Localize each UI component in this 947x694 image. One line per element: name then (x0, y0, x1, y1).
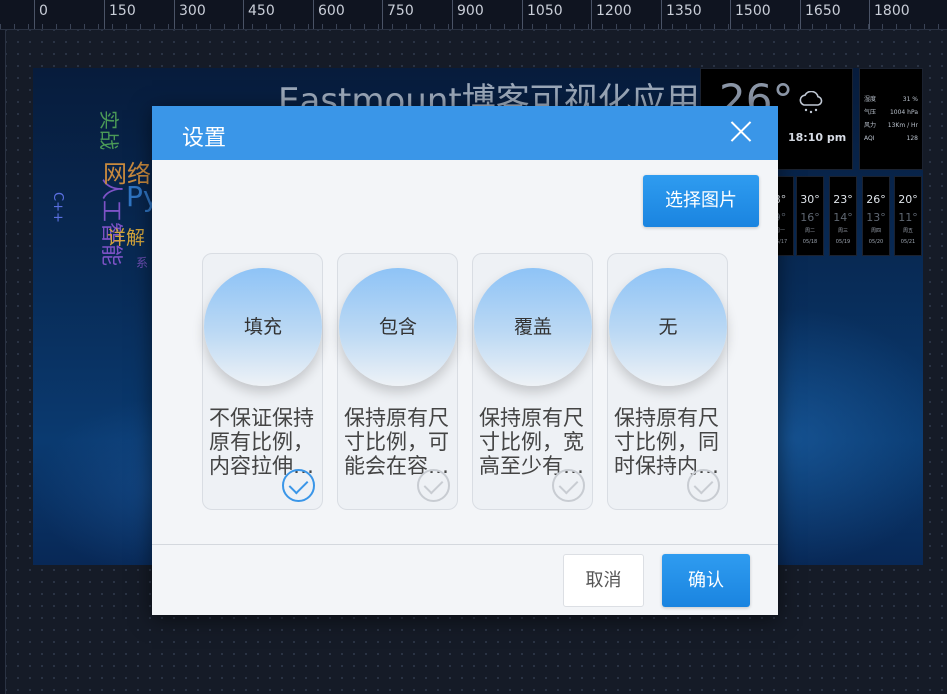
ruler-tick: 1500 (730, 0, 771, 29)
option-label: 填充 (243, 316, 282, 338)
option-circle: 覆盖 (474, 268, 592, 386)
weather-detail-row: 风力 13Km / Hr (864, 122, 918, 129)
ruler-tick: 600 (313, 0, 345, 29)
footer-divider (152, 544, 778, 545)
check-circle-icon[interactable] (552, 469, 585, 502)
forecast-day: 20° 11° 周五 05/21 (894, 176, 922, 256)
dialog-header: 设置 (152, 106, 778, 160)
fit-option-contain[interactable]: 包含 保持原有尺寸比例，可能会在容… (337, 253, 458, 510)
wordcloud-word: 实战 (97, 110, 121, 150)
option-label: 无 (658, 316, 678, 338)
ruler-tick: 900 (452, 0, 484, 29)
option-circle: 填充 (204, 268, 322, 386)
ruler-tick: 300 (174, 0, 206, 29)
settings-dialog: 设置 选择图片 填充 不保证保持原有比例，内容拉伸… 包含 保持原有尺寸比例，可… (152, 106, 778, 615)
cancel-button[interactable]: 取消 (563, 554, 644, 607)
ruler-tick: 150 (104, 0, 136, 29)
option-description: 不保证保持原有比例，内容拉伸… (209, 406, 314, 478)
ruler-tick: 0 (34, 0, 48, 29)
wordcloud-word: 人工智能 (98, 178, 123, 267)
confirm-button[interactable]: 确认 (662, 554, 750, 607)
weather-time: 18:10 pm (788, 131, 847, 144)
ruler-tick: 1050 (522, 0, 563, 29)
forecast-day: 30° 16° 周二 05/18 (796, 176, 824, 256)
ruler-tick: 1350 (661, 0, 702, 29)
ruler-tick: 1200 (591, 0, 632, 29)
option-description: 保持原有尺寸比例，宽高至少有… (479, 406, 584, 478)
fit-option-fill[interactable]: 填充 不保证保持原有比例，内容拉伸… (202, 253, 323, 510)
weather-detail-row: AQI 128 (864, 135, 918, 142)
option-circle: 包含 (339, 268, 457, 386)
top-ruler: 0 150 300 450 600 750 900 1050 1200 1350… (0, 0, 947, 30)
left-ruler (0, 30, 6, 694)
ruler-tick: 750 (382, 0, 414, 29)
wordcloud-word: C++ (50, 192, 65, 223)
wordcloud-word: 详解 (107, 227, 146, 249)
option-circle: 无 (609, 268, 727, 386)
check-circle-icon[interactable] (282, 469, 315, 502)
dialog-title: 设置 (182, 126, 227, 151)
check-circle-icon[interactable] (417, 469, 450, 502)
option-label: 包含 (378, 316, 417, 338)
ruler-tick: 1650 (800, 0, 841, 29)
ruler-tick: 450 (243, 0, 275, 29)
ruler-tick: 1800 (869, 0, 910, 29)
snow-cloud-icon (797, 90, 825, 121)
option-label: 覆盖 (513, 316, 552, 338)
fit-option-none[interactable]: 无 保持原有尺寸比例，同时保持内… (607, 253, 728, 510)
weather-detail-row: 气压 1004 hPa (864, 109, 918, 116)
forecast-day: 23° 14° 周三 05/19 (829, 176, 857, 256)
weather-details: 湿度 31 % 气压 1004 hPa 风力 13Km / Hr AQI 128 (859, 68, 923, 170)
fit-option-cover[interactable]: 覆盖 保持原有尺寸比例，宽高至少有… (472, 253, 593, 510)
option-description: 保持原有尺寸比例，同时保持内… (614, 406, 719, 478)
check-circle-icon[interactable] (687, 469, 720, 502)
close-icon[interactable] (730, 120, 752, 142)
choose-image-button[interactable]: 选择图片 (643, 175, 759, 227)
wordcloud-word: 系 (136, 256, 149, 270)
forecast-day: 26° 13° 周四 05/20 (862, 176, 890, 256)
option-description: 保持原有尺寸比例，可能会在容… (344, 406, 449, 478)
weather-detail-row: 湿度 31 % (864, 96, 918, 103)
